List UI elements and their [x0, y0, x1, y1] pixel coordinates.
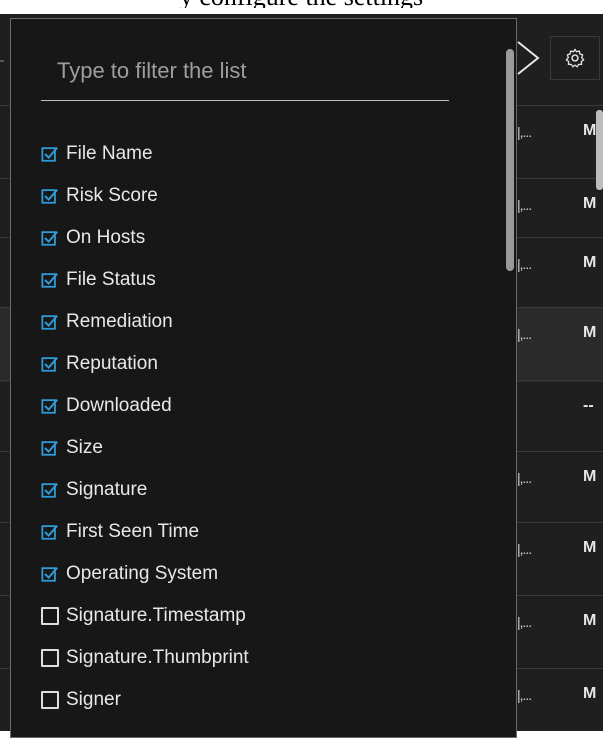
column-option-label: File Status — [66, 269, 156, 290]
table-cell-truncated: |,... — [517, 687, 532, 703]
table-cell-value: M — [583, 468, 597, 485]
table-cell-value: M — [583, 122, 597, 139]
checkbox-checked-icon[interactable] — [41, 397, 59, 415]
filter-list-input[interactable] — [41, 49, 449, 101]
page-caption-fragment: y configure the settings — [0, 0, 603, 8]
column-option[interactable]: First Seen Time — [41, 511, 249, 553]
column-option-label: Signature.Thumbprint — [66, 647, 249, 668]
checkbox-checked-icon[interactable] — [41, 565, 59, 583]
table-cell-truncated: |,... — [517, 197, 532, 213]
column-option-label: Size — [66, 437, 103, 458]
column-option[interactable]: Signature.Timestamp — [41, 595, 249, 637]
column-option[interactable]: Signer — [41, 679, 249, 721]
table-cell-value: M — [583, 254, 597, 271]
column-option[interactable]: File Name — [41, 133, 249, 175]
table-cell-truncated: |,... — [517, 326, 532, 342]
column-settings-button[interactable] — [550, 36, 600, 80]
column-chooser-panel: File Name Risk Score On Hosts File Status Re… — [10, 18, 517, 738]
checkbox-checked-icon[interactable] — [41, 229, 59, 247]
column-option[interactable]: Size — [41, 427, 249, 469]
table-cell-value: M — [583, 539, 597, 556]
gear-icon — [565, 48, 585, 68]
checkbox-checked-icon[interactable] — [41, 271, 59, 289]
column-list: File Name Risk Score On Hosts File Status Re… — [41, 133, 249, 721]
checkbox-checked-icon[interactable] — [41, 481, 59, 499]
checkbox-checked-icon[interactable] — [41, 355, 59, 373]
column-option[interactable]: File Status — [41, 259, 249, 301]
checkbox-checked-icon[interactable] — [41, 187, 59, 205]
table-cell-value: M — [583, 195, 597, 212]
checkbox-checked-icon[interactable] — [41, 439, 59, 457]
table-cell-truncated: |,... — [517, 614, 532, 630]
checkbox-checked-icon[interactable] — [41, 145, 59, 163]
table-cell-value: M — [583, 685, 597, 702]
column-option-label: Operating System — [66, 563, 219, 584]
table-scrollbar-thumb[interactable] — [596, 110, 603, 190]
column-option-label: Risk Score — [66, 185, 158, 206]
table-cell-truncated: |,... — [517, 256, 532, 272]
column-option[interactable]: Downloaded — [41, 385, 249, 427]
column-option-label: On Hosts — [66, 227, 146, 248]
table-cell-value: M — [583, 324, 597, 341]
column-option[interactable]: Signature.Thumbprint — [41, 637, 249, 679]
column-option-label: File Name — [66, 143, 153, 164]
table-cell-truncated: |,... — [517, 124, 532, 140]
table-cell-value: M — [583, 612, 597, 629]
column-option[interactable]: On Hosts — [41, 217, 249, 259]
column-option[interactable]: Reputation — [41, 343, 249, 385]
checkbox-checked-icon[interactable] — [41, 313, 59, 331]
table-cell-truncated: |,... — [517, 541, 532, 557]
table-cell-value: -- — [583, 397, 594, 414]
left-edge-divider — [0, 60, 4, 62]
column-option[interactable]: Operating System — [41, 553, 249, 595]
column-option[interactable]: Signature — [41, 469, 249, 511]
checkbox-empty-icon[interactable] — [41, 691, 59, 709]
column-option-label: Reputation — [66, 353, 158, 374]
checkbox-empty-icon[interactable] — [41, 607, 59, 625]
panel-scrollbar-thumb[interactable] — [506, 49, 514, 271]
column-option-label: Remediation — [66, 311, 173, 332]
column-option-label: Signer — [66, 689, 121, 710]
table-cell-truncated: |,... — [517, 470, 532, 486]
column-option-label: Signature.Timestamp — [66, 605, 246, 626]
column-option-label: Downloaded — [66, 395, 172, 416]
column-option[interactable]: Remediation — [41, 301, 249, 343]
column-option[interactable]: Risk Score — [41, 175, 249, 217]
column-option-label: First Seen Time — [66, 521, 200, 542]
checkbox-checked-icon[interactable] — [41, 523, 59, 541]
column-option-label: Signature — [66, 479, 148, 500]
checkbox-empty-icon[interactable] — [41, 649, 59, 667]
